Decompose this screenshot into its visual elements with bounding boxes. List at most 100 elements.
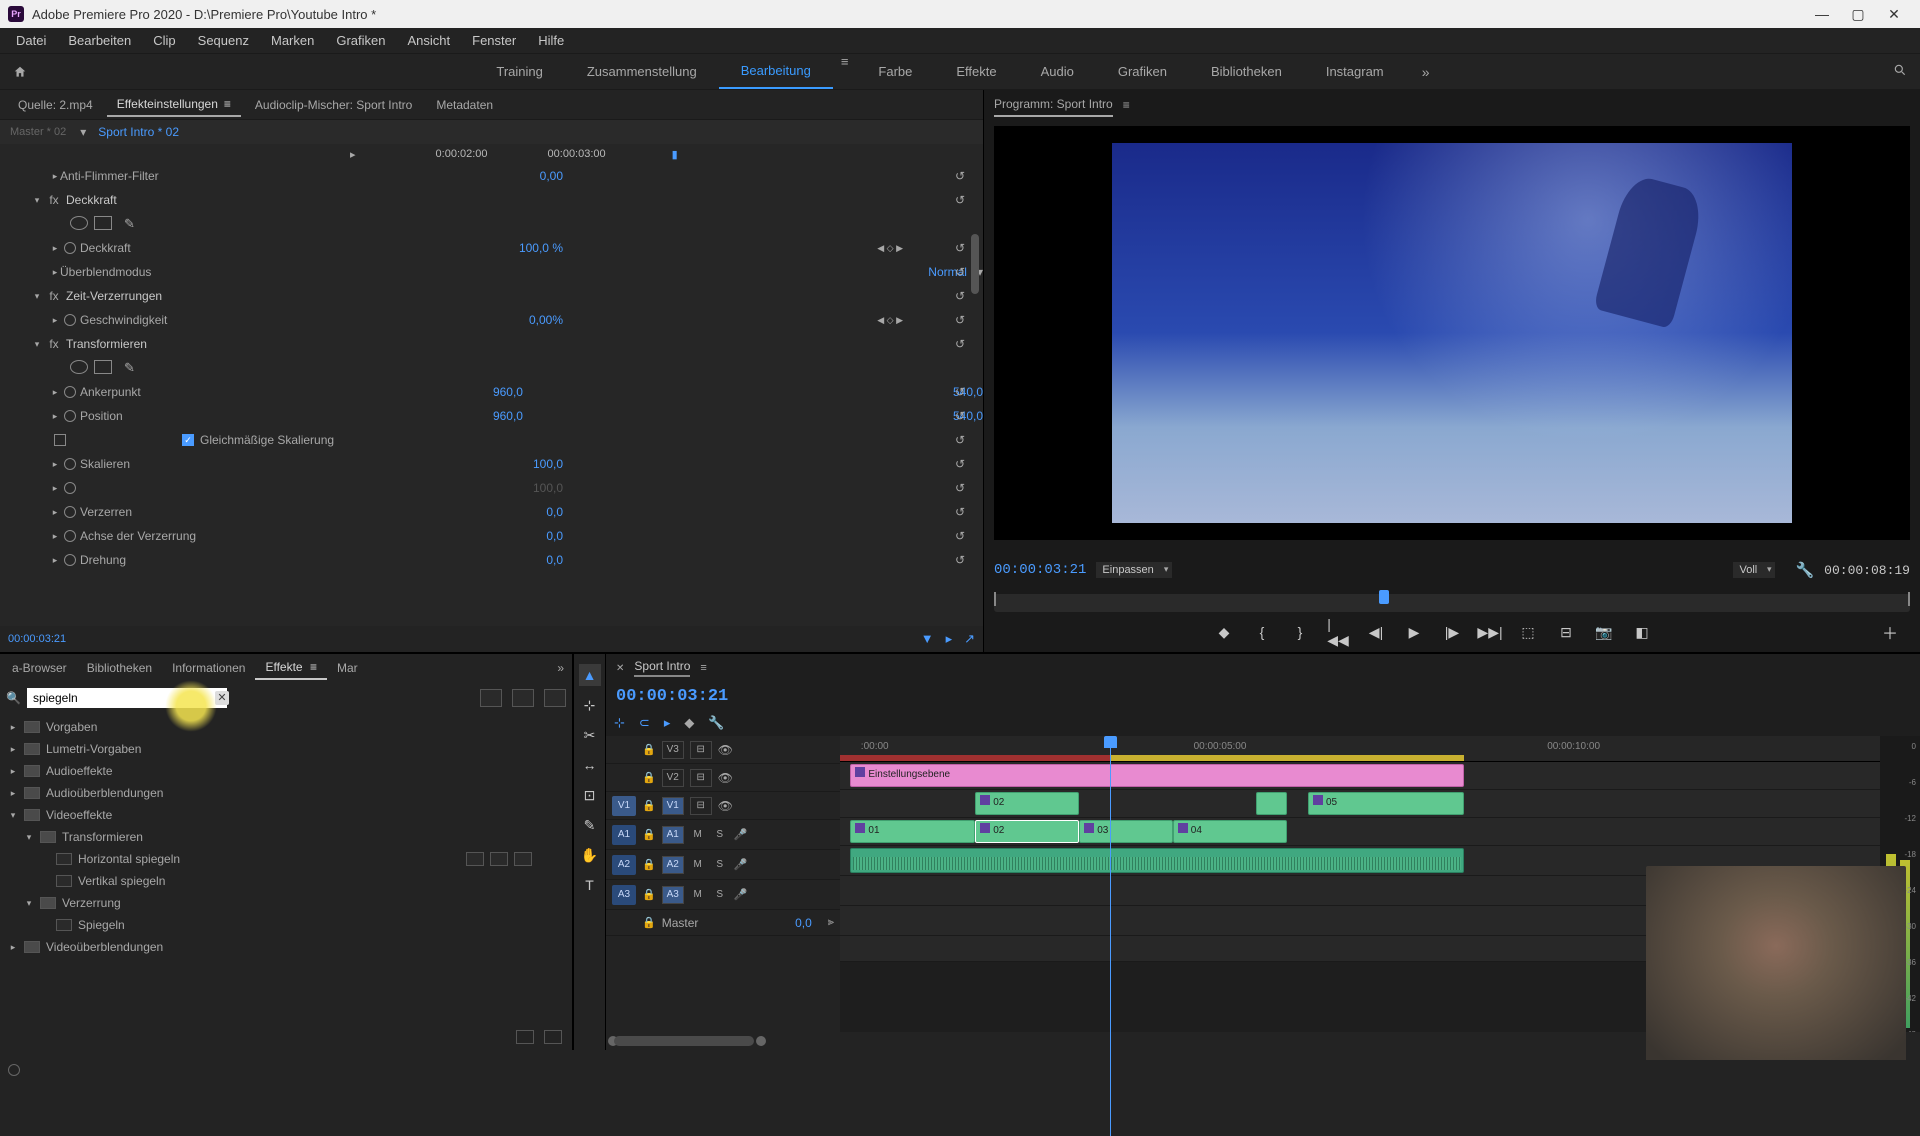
- h-scroll-thumb[interactable]: [614, 1036, 754, 1046]
- delete-item-button[interactable]: [544, 1030, 562, 1044]
- panel-overflow[interactable]: »: [551, 661, 570, 675]
- export-frame-button[interactable]: 📷: [1594, 622, 1614, 642]
- fx-item-verzerrung[interactable]: ▾Verzerrung: [0, 892, 572, 914]
- sequence-name[interactable]: Sport Intro: [634, 659, 690, 677]
- mute-button[interactable]: M: [690, 887, 706, 903]
- scrubber-start[interactable]: [994, 592, 1000, 606]
- lock-icon[interactable]: 🔒: [642, 799, 656, 812]
- effects-tree[interactable]: ▸Vorgaben▸Lumetri-Vorgaben▸Audioeffekte▸…: [0, 714, 572, 1024]
- reset-button[interactable]: ↺: [955, 265, 965, 279]
- workspace-bearbeitung[interactable]: Bearbeitung: [719, 54, 833, 89]
- filter-32bit-button[interactable]: [512, 689, 534, 707]
- ec-tool-2[interactable]: ↗: [964, 631, 975, 647]
- zoom-handle-right[interactable]: [756, 1036, 766, 1046]
- expand-toggle[interactable]: ▾: [32, 291, 42, 302]
- menu-grafiken[interactable]: Grafiken: [326, 30, 395, 51]
- stopwatch-icon[interactable]: [54, 434, 66, 446]
- filter-yuv-button[interactable]: [544, 689, 566, 707]
- track-target[interactable]: A3: [662, 886, 684, 904]
- ec-out-time[interactable]: 00:00:03:00: [548, 148, 606, 160]
- solo-button[interactable]: S: [712, 887, 728, 903]
- tool-0[interactable]: ▲: [579, 664, 601, 686]
- prop-value[interactable]: 960,0: [493, 385, 523, 399]
- chevron-down-icon[interactable]: ▾: [76, 125, 90, 139]
- menu-datei[interactable]: Datei: [6, 30, 56, 51]
- source-patch[interactable]: V1: [612, 796, 636, 816]
- tool-2[interactable]: ✂: [579, 724, 601, 746]
- new-bin-button[interactable]: [516, 1030, 534, 1044]
- prop-value[interactable]: 0,00%: [529, 313, 563, 327]
- clip-05[interactable]: 05: [1308, 792, 1464, 815]
- workspace-overflow[interactable]: »: [1406, 64, 1446, 80]
- clip-04[interactable]: 04: [1173, 820, 1287, 843]
- track-target[interactable]: V3: [662, 741, 684, 759]
- fx-item-audioeffekte[interactable]: ▸Audioeffekte: [0, 760, 572, 782]
- track-v1[interactable]: 01020304: [840, 818, 1880, 846]
- add-marker-button[interactable]: ◆: [1214, 622, 1234, 642]
- eye-icon[interactable]: 👁: [718, 799, 733, 813]
- menu-bearbeiten[interactable]: Bearbeiten: [58, 30, 141, 51]
- tab-audio-mixer[interactable]: Audioclip-Mischer: Sport Intro: [245, 94, 422, 116]
- tree-twisty[interactable]: ▾: [8, 810, 18, 821]
- fx-item-horizontal-spiegeln[interactable]: Horizontal spiegeln: [0, 848, 572, 870]
- reset-button[interactable]: ↺: [955, 169, 965, 183]
- eye-icon[interactable]: 👁: [718, 771, 733, 785]
- reset-button[interactable]: ↺: [955, 433, 965, 447]
- menu-clip[interactable]: Clip: [143, 30, 185, 51]
- step-forward-button[interactable]: |▶: [1442, 622, 1462, 642]
- maximize-button[interactable]: ▢: [1840, 2, 1876, 26]
- reset-button[interactable]: ↺: [955, 289, 965, 303]
- sync-lock[interactable]: ⊟: [690, 797, 712, 815]
- ellipse-mask-button[interactable]: [70, 360, 88, 374]
- rect-mask-button[interactable]: [94, 216, 112, 230]
- clip-02[interactable]: 02: [975, 792, 1079, 815]
- expand-toggle[interactable]: ▾: [32, 339, 42, 350]
- keyframe-nav[interactable]: ◀ ◇ ▶: [877, 243, 903, 254]
- prop-value[interactable]: 960,0: [493, 409, 523, 423]
- minimize-button[interactable]: ―: [1804, 2, 1840, 26]
- pen-mask-button[interactable]: ✎: [124, 216, 135, 232]
- go-to-out-button[interactable]: ▶▶|: [1480, 622, 1500, 642]
- voice-over-button[interactable]: 🎤: [734, 888, 748, 901]
- stopwatch-icon[interactable]: [64, 386, 76, 398]
- fx-item-transformieren[interactable]: ▾Transformieren: [0, 826, 572, 848]
- tree-twisty[interactable]: ▸: [8, 744, 18, 755]
- linked-selection-button[interactable]: ⊂: [639, 715, 650, 731]
- eye-icon[interactable]: 👁: [718, 743, 733, 757]
- ec-tool-1[interactable]: ▸: [946, 631, 953, 647]
- zoom-select[interactable]: Einpassen: [1096, 562, 1172, 578]
- filter-icon[interactable]: ▼: [921, 631, 934, 647]
- stopwatch-icon[interactable]: [64, 482, 76, 494]
- workspace-options[interactable]: ≡: [833, 54, 857, 89]
- tab-informationen[interactable]: Informationen: [162, 657, 255, 679]
- lock-icon[interactable]: 🔒: [642, 771, 656, 784]
- keyframe-nav[interactable]: ◀ ◇ ▶: [877, 315, 903, 326]
- fx-item-vertikal-spiegeln[interactable]: Vertikal spiegeln: [0, 870, 572, 892]
- voice-over-button[interactable]: 🎤: [734, 828, 748, 841]
- reset-button[interactable]: ↺: [955, 241, 965, 255]
- clip-02[interactable]: 02: [975, 820, 1079, 843]
- snap-button[interactable]: ⊹: [614, 715, 625, 731]
- home-button[interactable]: [0, 54, 40, 89]
- ec-footer-timecode[interactable]: 00:00:03:21: [8, 633, 66, 645]
- reset-button[interactable]: ↺: [955, 529, 965, 543]
- filter-accel-button[interactable]: [480, 689, 502, 707]
- stopwatch-icon[interactable]: [64, 242, 76, 254]
- track-v3[interactable]: Einstellungsebene: [840, 762, 1880, 790]
- tool-1[interactable]: ⊹: [579, 694, 601, 716]
- fx-toggle[interactable]: fx: [46, 337, 62, 351]
- stopwatch-icon[interactable]: [64, 506, 76, 518]
- program-monitor[interactable]: [994, 126, 1910, 540]
- tree-twisty[interactable]: ▸: [8, 942, 18, 953]
- master-clip-label[interactable]: Master * 02: [0, 126, 76, 138]
- panel-menu-icon[interactable]: ≡: [224, 97, 231, 111]
- reset-button[interactable]: ↺: [955, 553, 965, 567]
- close-sequence-button[interactable]: ✕: [616, 663, 624, 674]
- tab-effect-controls[interactable]: Effekteinstellungen≡: [107, 93, 241, 117]
- workspace-instagram[interactable]: Instagram: [1304, 54, 1406, 89]
- ec-scrollbar[interactable]: [971, 204, 981, 586]
- fx-item-spiegeln[interactable]: Spiegeln: [0, 914, 572, 936]
- prop-value[interactable]: 0,0: [546, 529, 563, 543]
- clip-01[interactable]: 01: [850, 820, 975, 843]
- lock-icon[interactable]: 🔒: [642, 828, 656, 841]
